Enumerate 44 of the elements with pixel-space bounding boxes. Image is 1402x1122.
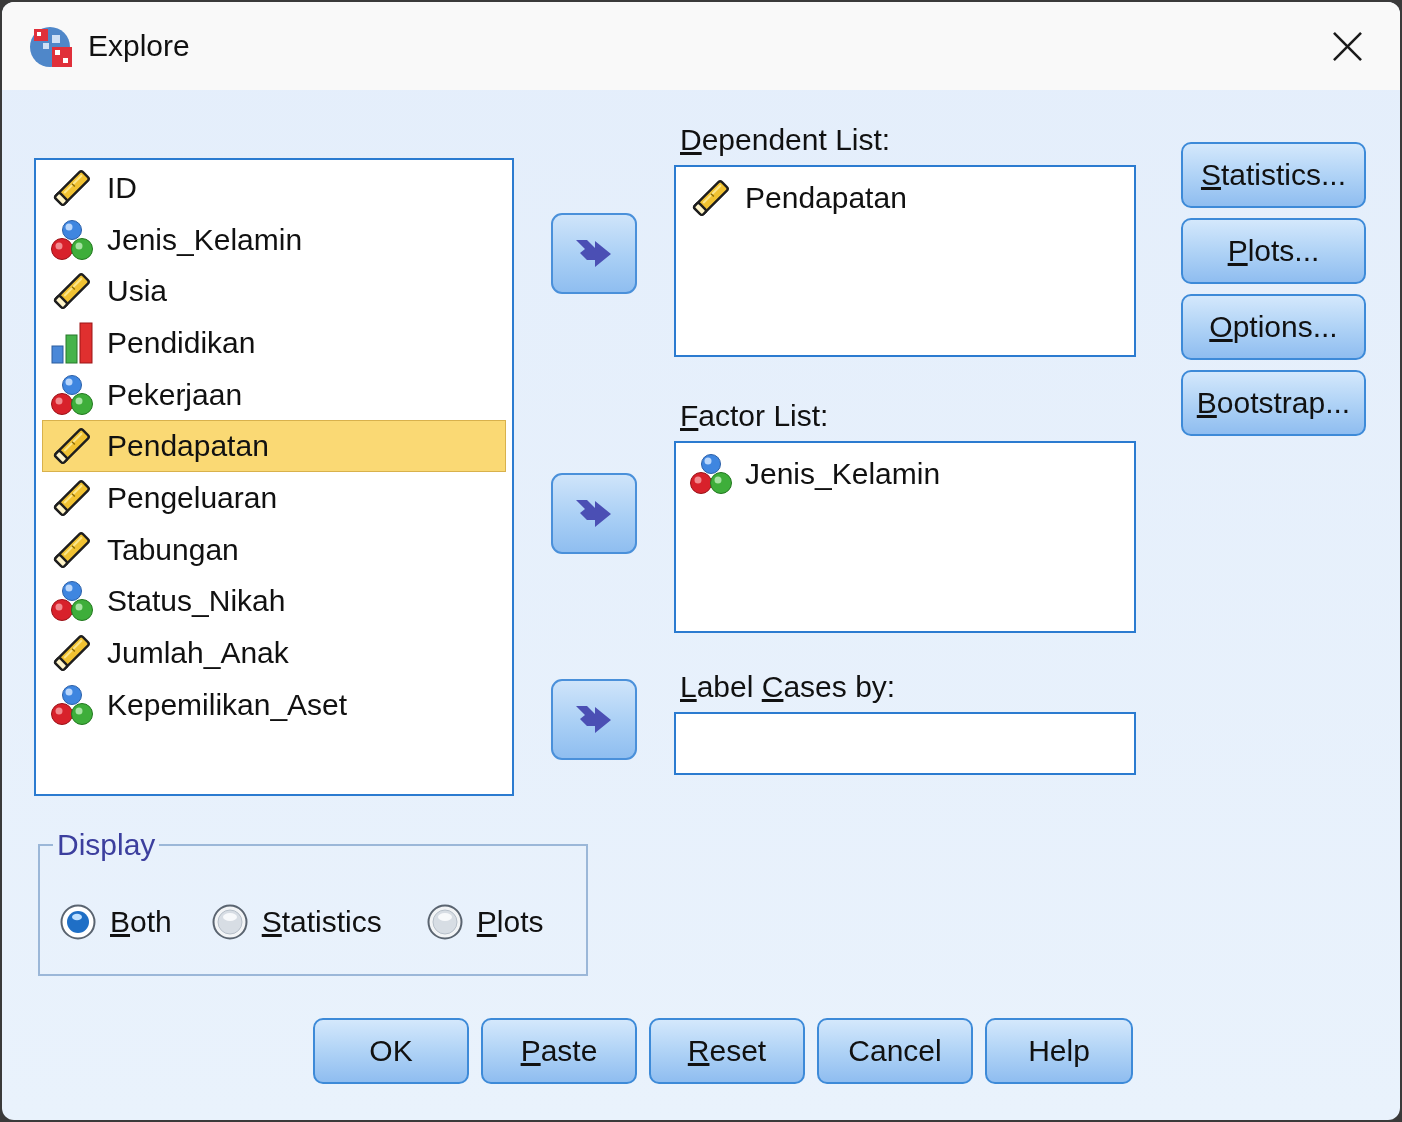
paste-button[interactable]: Paste xyxy=(481,1018,637,1084)
target-list[interactable]: Pendapatan xyxy=(674,165,1136,357)
label-cases-by-label: Label Cases by: xyxy=(679,669,897,705)
list-item[interactable]: Pendapatan xyxy=(690,172,1134,224)
spheres-icon xyxy=(51,373,93,416)
dependent-list-label: Dependent List: xyxy=(679,122,892,158)
reset-button[interactable]: Reset xyxy=(649,1018,805,1084)
spheres-icon xyxy=(51,218,93,261)
ok-button[interactable]: OK xyxy=(313,1018,469,1084)
window-title: Explore xyxy=(88,29,191,63)
move-right-button[interactable] xyxy=(551,213,637,294)
variable-list[interactable]: ID Jenis_Kelamin Usia Pendidikan Pekerjaan Pendapatan Pengeluaran Tabungan Status_Nikah Jumlah_Anak Kepemilikan_Aset xyxy=(34,158,514,796)
list-item[interactable]: Pendidikan xyxy=(42,317,506,369)
move-right-button[interactable] xyxy=(551,473,637,554)
list-item[interactable]: Jumlah_Anak xyxy=(42,627,506,679)
radio-option[interactable]: Plots xyxy=(426,904,544,940)
target-list[interactable]: Jenis_Kelamin xyxy=(674,441,1136,633)
help-button[interactable]: Help xyxy=(985,1018,1133,1084)
input-field[interactable] xyxy=(674,712,1136,775)
move-right-button[interactable] xyxy=(551,679,637,760)
options-button[interactable]: Options... xyxy=(1181,294,1366,360)
list-item[interactable]: Usia xyxy=(42,265,506,318)
spheres-icon xyxy=(51,683,93,726)
bootstrap-button[interactable]: Bootstrap... xyxy=(1181,370,1366,436)
plots-button[interactable]: Plots... xyxy=(1181,218,1366,284)
bar-chart-icon xyxy=(51,321,93,364)
list-item[interactable]: Jenis_Kelamin xyxy=(690,448,1134,500)
close-icon[interactable] xyxy=(1333,31,1362,61)
statistics-button[interactable]: Statistics... xyxy=(1181,142,1366,208)
spheres-icon xyxy=(51,580,93,623)
list-item[interactable]: Pengeluaran xyxy=(42,472,506,524)
radio-option[interactable]: Both xyxy=(60,904,172,940)
cancel-button[interactable]: Cancel xyxy=(817,1018,973,1084)
list-item[interactable]: Status_Nikah xyxy=(42,575,506,628)
group-legend: Display xyxy=(53,827,160,863)
list-item[interactable]: Tabungan xyxy=(42,523,506,576)
list-item[interactable]: Kepemilikan_Aset xyxy=(42,678,506,731)
list-item[interactable]: Pekerjaan xyxy=(42,368,506,421)
list-item[interactable]: Jenis_Kelamin xyxy=(42,213,506,266)
factor-list-label: Factor List: xyxy=(679,398,830,434)
spheres-icon xyxy=(690,453,732,495)
list-item[interactable]: ID xyxy=(42,162,506,214)
radio-option[interactable]: Statistics xyxy=(211,904,382,940)
list-item[interactable]: Pendapatan xyxy=(42,420,506,473)
